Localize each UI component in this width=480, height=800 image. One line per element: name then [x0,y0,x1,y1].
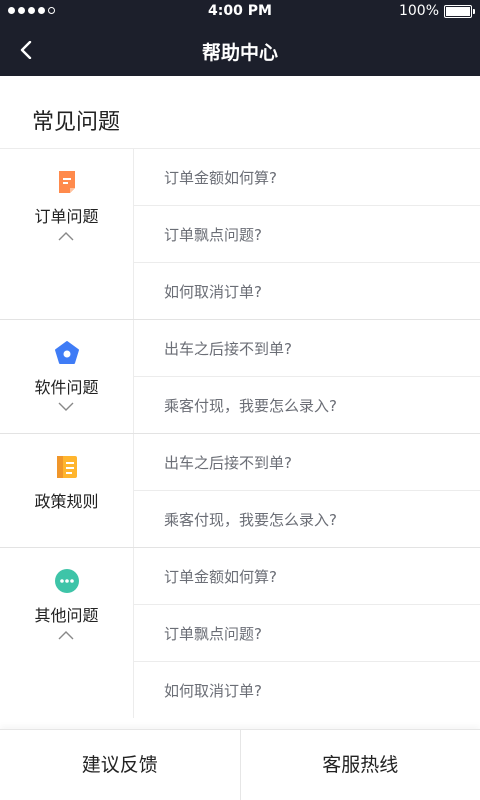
document-icon [59,171,75,193]
battery-icon [444,4,475,18]
question-item[interactable]: 订单飘点问题? [134,605,480,662]
question-item[interactable]: 出车之后接不到单? [134,434,480,491]
category-software[interactable]: 软件问题 [0,320,134,433]
feedback-button[interactable]: 建议反馈 [0,730,241,800]
category-order[interactable]: 订单问题 [0,149,134,319]
chat-bubble-icon [55,569,79,593]
chevron-up-icon [58,232,74,241]
pentagon-icon [55,341,79,364]
bottom-action-bar: 建议反馈 客服热线 [0,729,480,800]
chevron-up-icon [58,631,74,640]
question-item[interactable]: 乘客付现，我要怎么录入? [134,377,480,433]
category-label: 政策规则 [34,492,99,511]
faq-group-other: 其他问题 订单金额如何算? 订单飘点问题? 如何取消订单? [0,548,480,718]
category-policy[interactable]: 政策规则 [0,434,134,547]
question-item[interactable]: 订单飘点问题? [134,206,480,263]
hotline-button[interactable]: 客服热线 [241,730,480,800]
faq-group-policy: 政策规则 出车之后接不到单? 乘客付现，我要怎么录入? [0,434,480,548]
faq-group-order: 订单问题 订单金额如何算? 订单飘点问题? 如何取消订单? [0,149,480,320]
category-label: 其他问题 [34,606,99,625]
question-item[interactable]: 如何取消订单? [134,263,480,319]
question-item[interactable]: 乘客付现，我要怎么录入? [134,491,480,547]
faq-group-software: 软件问题 出车之后接不到单? 乘客付现，我要怎么录入? [0,320,480,434]
question-item[interactable]: 出车之后接不到单? [134,320,480,377]
category-label: 订单问题 [34,207,99,226]
category-other[interactable]: 其他问题 [0,548,134,718]
battery-percent: 100% [398,3,439,19]
section-title: 常见问题 [32,110,121,135]
status-bar: 4:00 PM 100% [0,0,480,24]
page-title: 帮助中心 [201,42,278,64]
question-item[interactable]: 订单金额如何算? [134,149,480,206]
question-item[interactable]: 如何取消订单? [134,662,480,718]
question-item[interactable]: 订单金额如何算? [134,548,480,605]
nav-bar: 帮助中心 [0,24,480,76]
faq-section-header: 常见问题 [0,76,480,149]
category-label: 软件问题 [34,378,99,397]
chevron-down-icon [58,402,74,411]
faq-list: 订单问题 订单金额如何算? 订单飘点问题? 如何取消订单? 软件问题 出车之后接… [0,149,480,718]
notebook-icon [57,456,77,478]
